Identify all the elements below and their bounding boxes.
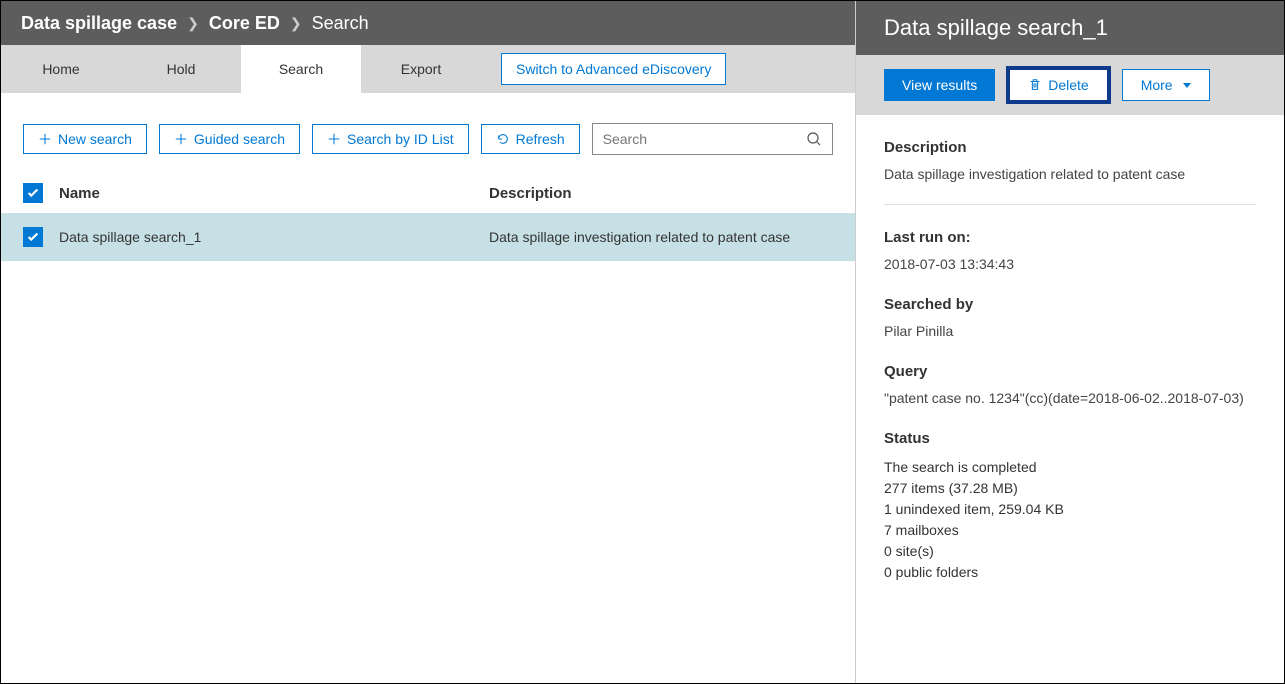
- status-line: 277 items (37.28 MB): [884, 478, 1256, 499]
- row-name: Data spillage search_1: [59, 229, 489, 245]
- more-label: More: [1141, 77, 1173, 93]
- new-search-label: New search: [58, 131, 132, 147]
- plus-icon: [174, 132, 188, 146]
- search-by-id-label: Search by ID List: [347, 131, 454, 147]
- searched-by-label: Searched by: [884, 296, 1256, 313]
- refresh-icon: [496, 132, 510, 146]
- last-run-value: 2018-07-03 13:34:43: [884, 256, 1256, 272]
- tab-search[interactable]: Search: [241, 45, 361, 93]
- tab-export[interactable]: Export: [361, 45, 481, 93]
- details-body: Description Data spillage investigation …: [856, 115, 1284, 607]
- status-label: Status: [884, 430, 1256, 447]
- status-line: 0 site(s): [884, 541, 1256, 562]
- search-by-id-button[interactable]: Search by ID List: [312, 124, 469, 154]
- status-line: 0 public folders: [884, 562, 1256, 583]
- breadcrumb-item-search: Search: [312, 13, 369, 34]
- last-run-label: Last run on:: [884, 229, 1256, 246]
- toolbar: New search Guided search Search by ID Li…: [1, 93, 855, 173]
- view-results-button[interactable]: View results: [884, 69, 995, 101]
- status-lines: The search is completed 277 items (37.28…: [884, 457, 1256, 583]
- left-pane: Data spillage case ❯ Core ED ❯ Search Ho…: [1, 1, 856, 683]
- select-all-checkbox[interactable]: [23, 183, 43, 203]
- check-icon: [26, 186, 40, 200]
- delete-button[interactable]: Delete: [1009, 69, 1107, 101]
- guided-search-label: Guided search: [194, 131, 285, 147]
- status-line: 7 mailboxes: [884, 520, 1256, 541]
- chevron-right-icon: ❯: [290, 15, 302, 32]
- new-search-button[interactable]: New search: [23, 124, 147, 154]
- plus-icon: [38, 132, 52, 146]
- description-label: Description: [884, 139, 1256, 156]
- chevron-down-icon: [1183, 83, 1191, 88]
- breadcrumb-item-case[interactable]: Data spillage case: [21, 13, 177, 34]
- tab-home[interactable]: Home: [1, 45, 121, 93]
- refresh-button[interactable]: Refresh: [481, 124, 580, 154]
- table-header: Name Description: [1, 173, 855, 213]
- guided-search-button[interactable]: Guided search: [159, 124, 300, 154]
- delete-label: Delete: [1048, 77, 1088, 93]
- tab-bar: Home Hold Search Export Switch to Advanc…: [1, 45, 855, 93]
- query-value: "patent case no. 1234"(cc)(date=2018-06-…: [884, 390, 1256, 406]
- status-line: The search is completed: [884, 457, 1256, 478]
- switch-advanced-button[interactable]: Switch to Advanced eDiscovery: [501, 53, 726, 85]
- column-description[interactable]: Description: [489, 185, 833, 202]
- column-name[interactable]: Name: [59, 185, 489, 202]
- refresh-label: Refresh: [516, 131, 565, 147]
- search-icon: [806, 131, 822, 147]
- table-row[interactable]: Data spillage search_1 Data spillage inv…: [1, 213, 855, 261]
- details-actions: View results Delete More: [856, 55, 1284, 115]
- search-box[interactable]: [592, 123, 833, 155]
- status-line: 1 unindexed item, 259.04 KB: [884, 499, 1256, 520]
- details-pane: Data spillage search_1 View results Dele…: [856, 1, 1284, 683]
- trash-icon: [1028, 78, 1042, 92]
- plus-icon: [327, 132, 341, 146]
- row-description: Data spillage investigation related to p…: [489, 229, 833, 245]
- breadcrumb: Data spillage case ❯ Core ED ❯ Search: [1, 1, 855, 45]
- divider: [884, 204, 1256, 205]
- search-input[interactable]: [603, 131, 806, 147]
- details-title: Data spillage search_1: [856, 1, 1284, 55]
- breadcrumb-item-core[interactable]: Core ED: [209, 13, 280, 34]
- row-checkbox[interactable]: [23, 227, 43, 247]
- more-button[interactable]: More: [1122, 69, 1210, 101]
- tab-hold[interactable]: Hold: [121, 45, 241, 93]
- searched-by-value: Pilar Pinilla: [884, 323, 1256, 339]
- check-icon: [26, 230, 40, 244]
- chevron-right-icon: ❯: [187, 15, 199, 32]
- query-label: Query: [884, 363, 1256, 380]
- description-value: Data spillage investigation related to p…: [884, 166, 1256, 182]
